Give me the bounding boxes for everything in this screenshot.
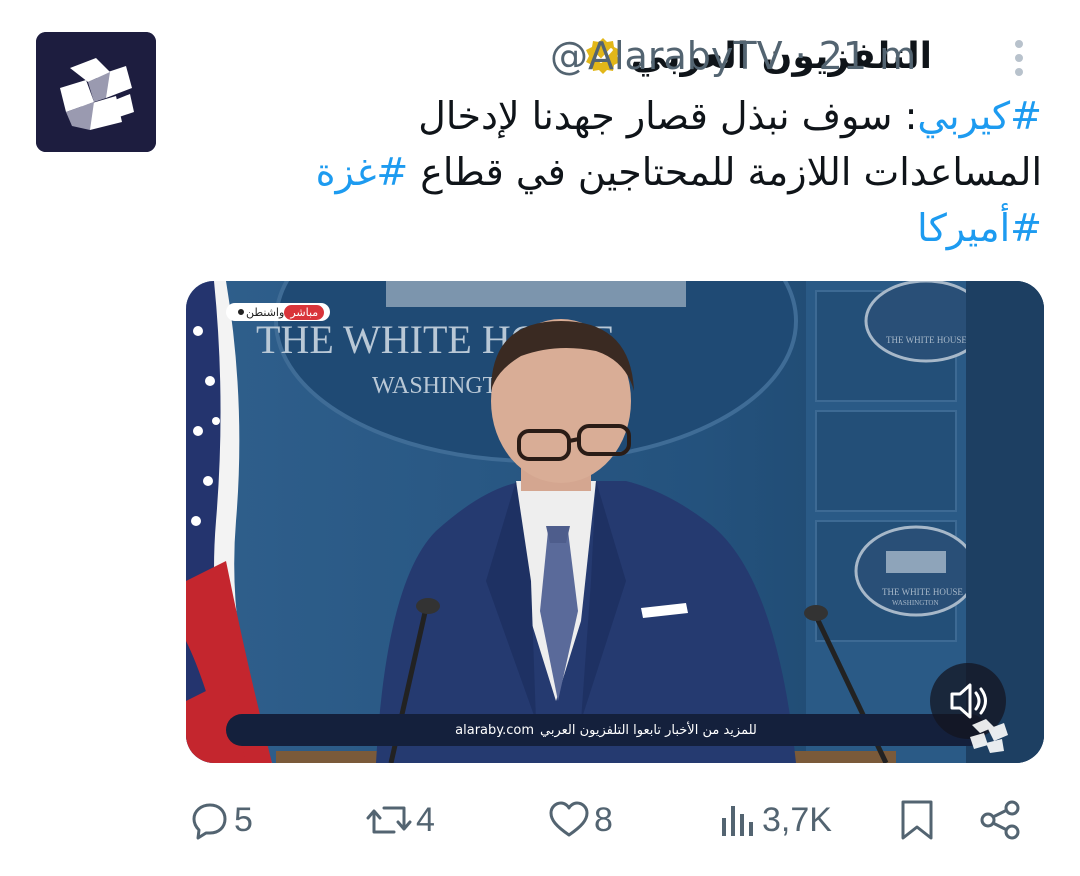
ticker-site: alaraby.com [455, 722, 535, 738]
views-count: 3,7K [762, 800, 832, 839]
share-icon [980, 800, 1020, 840]
sign-text-top: THE WHITE HOUSE [886, 335, 967, 345]
hashtag-gaza[interactable]: #غزة [316, 150, 409, 194]
like-button[interactable]: 8 [548, 790, 613, 850]
tweet-line-2: المساعدات اللازمة للمحتاجين في قطاع #غزة [150, 144, 1042, 200]
live-badge: مباشر واشنطن [226, 303, 331, 321]
reply-count: 5 [234, 800, 253, 839]
handle-and-time: @AlarabyTV · 21 m [550, 30, 916, 82]
news-ticker: للمزيد من الأخبار تابعوا التلفزيون العرب… [226, 714, 986, 746]
like-count: 8 [594, 800, 613, 839]
tweet-text: #كيربي: سوف نبذل قصار جهدنا لإدخال المسا… [150, 88, 1042, 256]
timestamp[interactable]: 21 m [819, 34, 916, 78]
ticker-text: للمزيد من الأخبار تابعوا التلفزيون العرب… [540, 722, 757, 738]
more-vertical-icon [1015, 40, 1023, 76]
views-button[interactable]: 3,7K [718, 790, 832, 850]
tweet-line-3: #أميركا [150, 200, 1042, 256]
analytics-icon [722, 806, 753, 836]
repost-button[interactable]: 4 [366, 790, 435, 850]
sign-subtext-bottom: WASHINGTON [892, 599, 939, 607]
more-options-button[interactable] [1004, 36, 1034, 80]
reply-icon [192, 803, 227, 840]
share-button[interactable] [978, 790, 1022, 850]
location-pin-icon [236, 307, 246, 317]
live-label: مباشر [284, 304, 325, 320]
repost-icon [366, 806, 412, 834]
tweet-line-1: #كيربي: سوف نبذل قصار جهدنا لإدخال [150, 88, 1042, 144]
bookmark-button[interactable] [898, 790, 936, 850]
hashtag-kirby[interactable]: #كيربي [917, 94, 1042, 138]
handle[interactable]: @AlarabyTV [550, 34, 783, 78]
video-player[interactable]: THE WHITE HOUSE WASHINGTON THE WHITE HOU… [186, 281, 1044, 763]
hashtag-america[interactable]: #أميركا [917, 206, 1042, 250]
bookmark-icon [901, 800, 933, 840]
alaraby-logo [36, 32, 156, 152]
avatar[interactable] [36, 32, 156, 152]
separator: · [794, 34, 807, 78]
heart-icon [549, 801, 589, 837]
location-label: واشنطن [246, 305, 285, 319]
sign-text-bottom: THE WHITE HOUSE [882, 587, 963, 597]
channel-watermark-logo [970, 719, 1008, 753]
repost-count: 4 [416, 800, 435, 839]
action-bar: 5 4 8 3,7K [0, 790, 1080, 850]
reply-button[interactable]: 5 [190, 790, 253, 850]
tweet-line-1-text: : سوف نبذل قصار جهدنا لإدخال [418, 94, 918, 138]
video-frame: THE WHITE HOUSE WASHINGTON THE WHITE HOU… [186, 281, 1044, 763]
tweet-line-2-text: المساعدات اللازمة للمحتاجين في قطاع [408, 150, 1042, 194]
